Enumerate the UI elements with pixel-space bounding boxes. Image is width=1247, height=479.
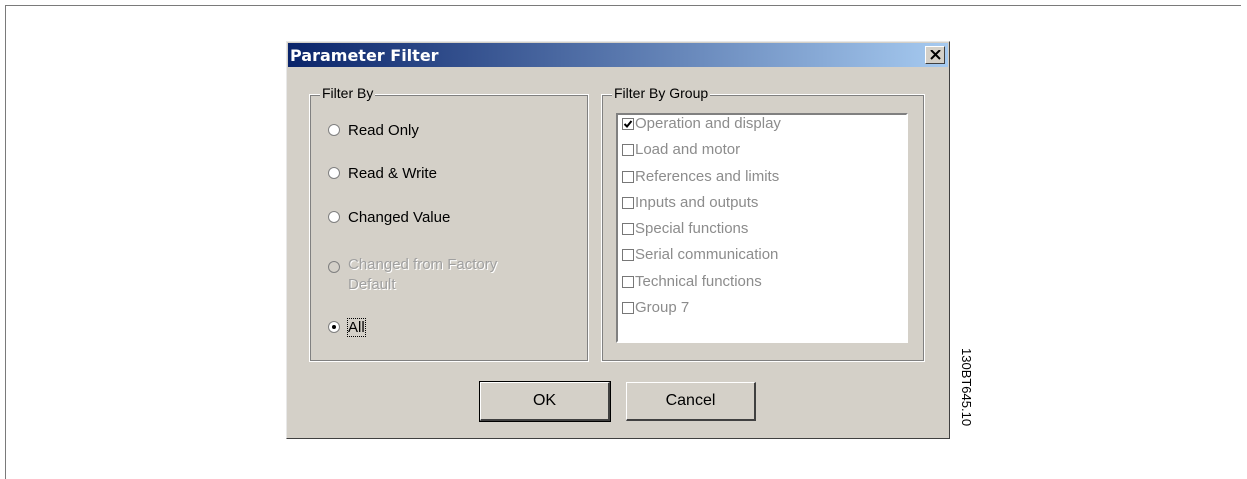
list-item[interactable]: Special functions — [618, 220, 906, 246]
radio-button[interactable] — [328, 321, 340, 333]
checkmark-icon — [623, 120, 633, 128]
checkbox[interactable] — [622, 144, 634, 157]
radio-label: Read Only — [348, 122, 419, 139]
checkbox[interactable] — [622, 275, 634, 288]
list-item-label: Group 7 — [635, 299, 690, 317]
checkbox[interactable] — [622, 196, 634, 209]
filter-by-legend: Filter By — [320, 85, 376, 101]
list-item-label: Serial communication — [635, 246, 779, 264]
dialog-title: Parameter Filter — [290, 46, 439, 65]
radio-label: Changed Value — [348, 209, 451, 226]
title-bar: Parameter Filter — [288, 43, 948, 67]
radio-button — [328, 261, 340, 273]
list-item[interactable]: References and limits — [618, 168, 906, 194]
checkbox[interactable] — [622, 170, 634, 183]
list-item[interactable]: Operation and display — [618, 115, 906, 141]
filter-by-group-box: Filter By Group Operation and display Lo… — [601, 85, 925, 362]
list-item-label: Technical functions — [635, 272, 762, 290]
figure-code: 130BT645.10 — [958, 348, 978, 438]
group-checklist[interactable]: Operation and display Load and motor Ref… — [616, 113, 908, 343]
list-item-label: Special functions — [635, 220, 749, 238]
radio-button[interactable] — [328, 211, 340, 223]
radio-label: Read & Write — [348, 165, 437, 182]
cancel-button[interactable]: Cancel — [626, 382, 756, 421]
parameter-filter-dialog: Parameter Filter Filter By Read Only Rea… — [286, 41, 950, 439]
list-item-label: Operation and display — [635, 115, 781, 132]
radio-label: All — [347, 318, 366, 337]
list-item[interactable]: Group 7 — [618, 299, 906, 325]
ok-button[interactable]: OK — [479, 381, 611, 422]
filter-by-group: Filter By Read Only Read & Write Changed… — [309, 85, 589, 362]
close-button[interactable] — [925, 46, 945, 64]
radio-label: Changed from Factory Default — [348, 256, 498, 293]
checkbox[interactable] — [622, 223, 634, 236]
checkbox[interactable] — [622, 249, 634, 262]
list-item[interactable]: Technical functions — [618, 273, 906, 299]
list-item-label: Load and motor — [635, 141, 741, 159]
filter-by-group-legend: Filter By Group — [612, 85, 711, 101]
list-item-label: Inputs and outputs — [635, 193, 759, 211]
checkbox[interactable] — [622, 118, 634, 130]
list-item[interactable]: Serial communication — [618, 246, 906, 272]
list-item[interactable]: Load and motor — [618, 141, 906, 167]
list-item[interactable]: Inputs and outputs — [618, 194, 906, 220]
checkbox[interactable] — [622, 302, 634, 315]
close-icon — [930, 50, 941, 60]
radio-button[interactable] — [328, 124, 340, 136]
radio-button[interactable] — [328, 167, 340, 179]
list-item-label: References and limits — [635, 167, 780, 185]
figure-code-label: 130BT645.10 — [959, 348, 974, 427]
